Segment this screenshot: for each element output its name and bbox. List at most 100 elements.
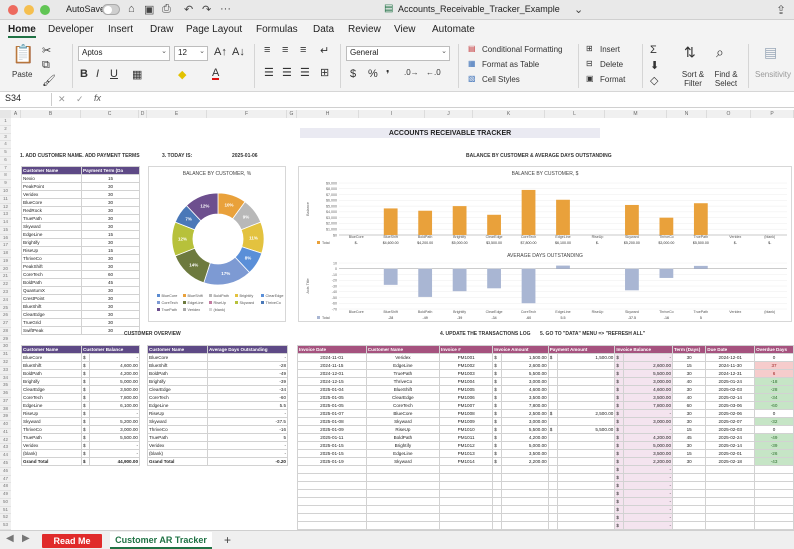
home-icon[interactable]: ⌂ bbox=[128, 3, 135, 15]
due-date-cell[interactable]: 2024-11-30 bbox=[705, 361, 756, 370]
row-header[interactable]: 2 bbox=[0, 125, 11, 134]
currency-cell[interactable]: $ bbox=[614, 481, 625, 490]
format-as-table-button[interactable]: Format as Table bbox=[482, 60, 539, 69]
row-header[interactable]: 19 bbox=[0, 257, 11, 266]
decrease-decimal-icon[interactable]: ←.0 bbox=[426, 68, 441, 77]
row-header[interactable]: 12 bbox=[0, 203, 11, 212]
overdue-days-cell[interactable]: 37 bbox=[754, 361, 794, 370]
customer-name-cell[interactable]: RiseUp bbox=[21, 409, 82, 418]
empty-cell[interactable] bbox=[672, 473, 707, 482]
invoice-balance-cell[interactable]: - bbox=[623, 409, 674, 418]
currency-cell[interactable]: $ bbox=[614, 505, 625, 514]
empty-cell[interactable] bbox=[705, 513, 756, 522]
empty-cell[interactable] bbox=[705, 473, 756, 482]
customer-name-cell[interactable]: TruePath bbox=[21, 214, 82, 223]
paste-button[interactable]: Paste bbox=[12, 70, 32, 79]
clear-icon[interactable]: ◇ bbox=[650, 74, 658, 87]
row-header[interactable]: 42 bbox=[0, 436, 11, 445]
formula-input[interactable] bbox=[112, 93, 788, 106]
invoice-amount-cell[interactable]: 5,500.00 bbox=[501, 425, 549, 434]
currency-cell[interactable]: $ bbox=[81, 433, 90, 442]
currency-cell[interactable]: $ bbox=[492, 425, 503, 434]
empty-cell[interactable] bbox=[672, 497, 707, 506]
customer-name-cell[interactable]: RiseUp bbox=[365, 425, 441, 434]
conditional-formatting-icon[interactable]: ▤ bbox=[468, 44, 476, 53]
customer-name-cell[interactable]: Skyward bbox=[21, 417, 82, 426]
column-header[interactable]: J bbox=[425, 110, 473, 118]
txn-header[interactable]: Invoice Balance bbox=[614, 345, 674, 354]
empty-cell[interactable] bbox=[754, 465, 794, 474]
overdue-days-cell[interactable]: -43 bbox=[754, 457, 794, 466]
customer-name-cell[interactable]: EdgeLine bbox=[365, 449, 441, 458]
currency-cell[interactable]: $ bbox=[614, 425, 625, 434]
column-header[interactable]: B bbox=[21, 110, 81, 118]
payment-term-cell[interactable]: 30 bbox=[81, 238, 140, 247]
currency-cell[interactable]: $ bbox=[492, 353, 503, 362]
empty-cell[interactable] bbox=[438, 497, 494, 506]
customer-name-cell[interactable]: ThriveCo bbox=[21, 425, 82, 434]
copy-icon[interactable]: ⧉ bbox=[42, 59, 50, 72]
currency-cell[interactable]: $ bbox=[614, 401, 625, 410]
customer-name-cell[interactable]: Brightify bbox=[21, 238, 82, 247]
customer-name-cell[interactable]: Skyward bbox=[147, 417, 208, 426]
column-header[interactable]: P bbox=[751, 110, 794, 118]
delete-button[interactable]: Delete bbox=[600, 60, 623, 69]
empty-cell[interactable] bbox=[754, 521, 794, 530]
more-icon[interactable]: ··· bbox=[220, 3, 231, 15]
align-right-icon[interactable]: ☰ bbox=[300, 66, 310, 79]
cell-styles-icon[interactable]: ▧ bbox=[468, 74, 476, 83]
term-days-cell[interactable]: 45 bbox=[672, 433, 707, 442]
empty-cell[interactable] bbox=[297, 505, 367, 514]
column-header[interactable]: E bbox=[147, 110, 207, 118]
empty-cell[interactable] bbox=[705, 481, 756, 490]
conditional-formatting-button[interactable]: Conditional Formatting bbox=[482, 45, 562, 54]
currency-cell[interactable]: $ bbox=[614, 497, 625, 506]
row-header[interactable]: 15 bbox=[0, 226, 11, 235]
due-date-cell[interactable]: 2025-02-14 bbox=[705, 441, 756, 450]
tab-automate[interactable]: Automate bbox=[432, 24, 475, 35]
print-icon[interactable]: ⎙ bbox=[162, 3, 171, 16]
column-header[interactable]: M bbox=[605, 110, 667, 118]
confirm-edit-icon[interactable]: ✓ bbox=[76, 94, 84, 105]
invoice-date-cell[interactable]: 2025-01-15 bbox=[297, 441, 367, 450]
invoice-number-cell[interactable]: PM1014 bbox=[438, 457, 494, 466]
customer-name-cell[interactable]: CoreTech bbox=[365, 401, 441, 410]
column-header[interactable]: O bbox=[707, 110, 751, 118]
empty-cell[interactable] bbox=[492, 505, 503, 514]
invoice-date-cell[interactable]: 2024-11-01 bbox=[297, 353, 367, 362]
term-days-cell[interactable]: 30 bbox=[672, 417, 707, 426]
invoice-date-cell[interactable]: 2025-01-05 bbox=[297, 393, 367, 402]
due-date-cell[interactable]: 2025-02-01 bbox=[705, 449, 756, 458]
cancel-edit-icon[interactable]: ✕ bbox=[58, 94, 66, 105]
row-header[interactable]: 45 bbox=[0, 460, 11, 468]
customer-name-cell[interactable]: BlueShift bbox=[21, 302, 82, 311]
empty-cell[interactable] bbox=[297, 497, 367, 506]
invoice-balance-cell[interactable]: 5,500.00 bbox=[623, 369, 674, 378]
sensitivity-button[interactable]: Sensitivity bbox=[755, 70, 791, 79]
payment-term-cell[interactable]: 30 bbox=[81, 310, 140, 319]
row-header[interactable]: 33 bbox=[0, 366, 11, 375]
invoice-amount-cell[interactable]: 4,200.00 bbox=[501, 433, 549, 442]
customer-name-cell[interactable]: RedRock bbox=[21, 206, 82, 215]
empty-cell[interactable] bbox=[556, 481, 616, 490]
format-button[interactable]: Format bbox=[600, 75, 625, 84]
avg-days-cell[interactable]: -37.5 bbox=[207, 417, 288, 426]
txn-header[interactable]: Payment Amount bbox=[547, 345, 616, 354]
payment-amount-cell[interactable] bbox=[556, 393, 616, 402]
currency-cell[interactable]: $ bbox=[614, 457, 625, 466]
currency-cell[interactable]: $ bbox=[614, 473, 625, 482]
payment-term-cell[interactable]: 30 bbox=[81, 182, 140, 191]
autosum-icon[interactable]: Σ bbox=[650, 44, 657, 56]
column-header[interactable]: C bbox=[81, 110, 139, 118]
merge-center-icon[interactable]: ⊞ bbox=[320, 66, 329, 79]
align-middle-icon[interactable]: ≡ bbox=[282, 44, 288, 56]
invoice-number-cell[interactable]: PM1001 bbox=[438, 353, 494, 362]
font-size-select[interactable]: 12 ⌄ bbox=[174, 46, 208, 61]
wrap-text-icon[interactable]: ↵ bbox=[320, 44, 329, 57]
currency-cell[interactable]: $ bbox=[492, 401, 503, 410]
select-all-corner[interactable] bbox=[0, 110, 11, 118]
insert-cells-icon[interactable]: ⊞ bbox=[586, 44, 593, 53]
redo-icon[interactable]: ↷ bbox=[202, 3, 211, 16]
empty-cell[interactable] bbox=[547, 481, 558, 490]
customer-name-cell[interactable]: Veridex bbox=[365, 353, 441, 362]
